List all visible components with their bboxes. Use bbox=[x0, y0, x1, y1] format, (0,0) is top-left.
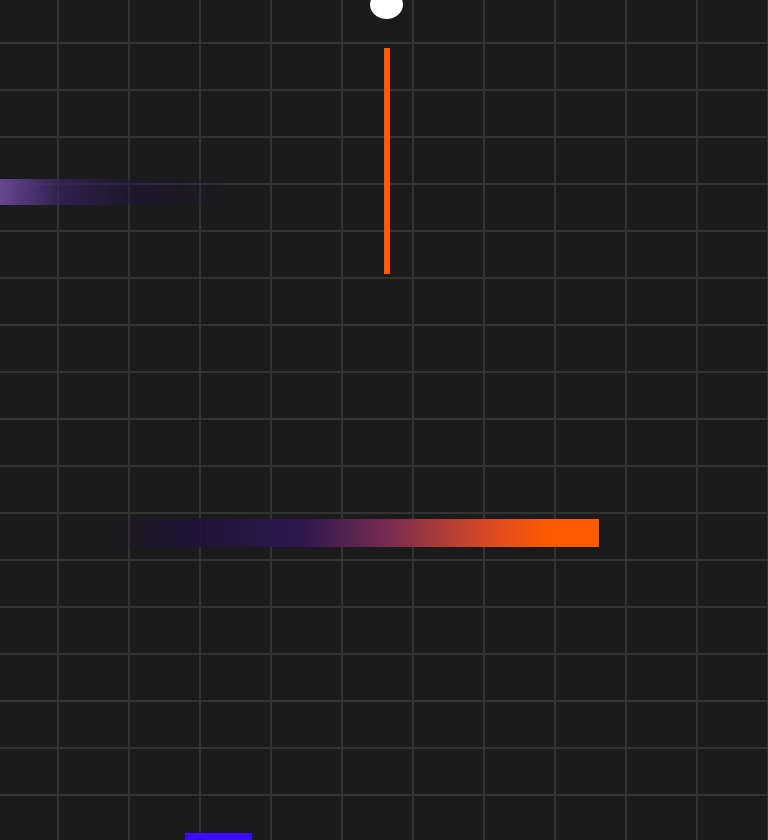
game-board[interactable] bbox=[0, 0, 768, 840]
ball bbox=[370, 0, 403, 19]
fading-trail-left bbox=[0, 179, 240, 205]
ball-trail-vertical bbox=[384, 48, 390, 274]
ball-trail-horizontal bbox=[110, 519, 599, 547]
player-paddle[interactable] bbox=[185, 833, 252, 840]
